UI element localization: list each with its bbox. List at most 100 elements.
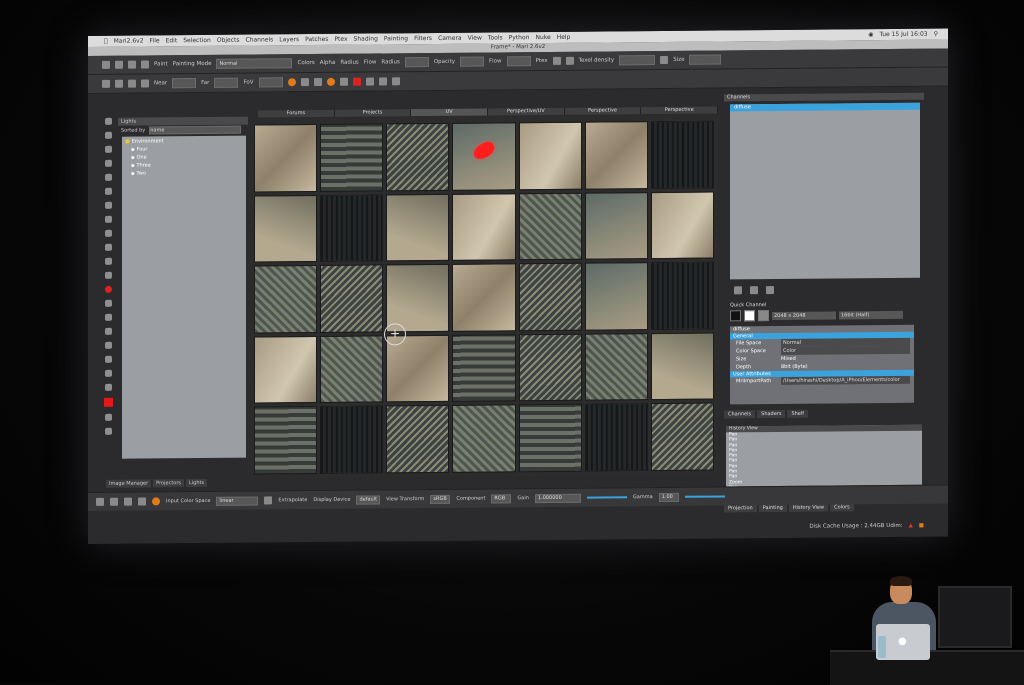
hand-tool-icon[interactable]: [104, 145, 112, 153]
menu-selection[interactable]: Selection: [183, 37, 211, 44]
transform-icon[interactable]: [378, 77, 387, 86]
fill-tool-icon[interactable]: [104, 215, 112, 223]
uv-tile[interactable]: [254, 194, 318, 263]
patch-icon[interactable]: [115, 79, 123, 88]
menu-filters[interactable]: Filters: [414, 35, 432, 42]
alpha-checkbox[interactable]: Alpha: [320, 60, 336, 66]
zoom-tool-icon[interactable]: [104, 159, 112, 167]
component-select[interactable]: RGB: [491, 493, 512, 503]
new-file-icon[interactable]: [102, 60, 110, 69]
uv-tile[interactable]: [320, 335, 384, 404]
warning-icon[interactable]: ▲: [909, 523, 913, 529]
clone-icon[interactable]: [104, 299, 112, 307]
uv-tile[interactable]: [518, 121, 582, 190]
pen-icon[interactable]: [104, 383, 112, 391]
near-field[interactable]: [172, 78, 197, 89]
flow-checkbox[interactable]: Flow: [364, 59, 377, 65]
notification-icon[interactable]: ■: [919, 523, 924, 529]
dodge-icon[interactable]: [104, 341, 112, 349]
settings-icon[interactable]: [104, 369, 112, 377]
menu-tools[interactable]: Tools: [488, 34, 503, 41]
grid-icon[interactable]: [339, 77, 348, 86]
lighting-icon[interactable]: [326, 77, 335, 86]
uv-tile[interactable]: [650, 261, 714, 330]
tab-shaders[interactable]: Shaders: [757, 409, 786, 419]
clock[interactable]: Tue 15 Jul 16:03: [879, 31, 927, 38]
background-color-swatch[interactable]: [104, 427, 112, 435]
ptex-icon[interactable]: [552, 56, 561, 65]
color-icon[interactable]: [152, 497, 160, 506]
texel-density-field[interactable]: [619, 55, 656, 66]
eraser-icon[interactable]: [104, 257, 112, 265]
gain-field[interactable]: 1.000000: [534, 493, 581, 503]
quick-channel-size[interactable]: 2048 x 2048: [772, 310, 836, 320]
texel-density-icon[interactable]: [565, 56, 574, 65]
uv-tile[interactable]: [320, 405, 384, 474]
slide-icon[interactable]: [104, 313, 112, 321]
white-swatch[interactable]: [744, 310, 755, 322]
menu-ptex[interactable]: Ptex: [334, 36, 347, 43]
uv-tile[interactable]: [650, 120, 714, 189]
input-color-space-select[interactable]: linear: [216, 496, 259, 506]
lasso-tool-icon[interactable]: [104, 131, 112, 139]
apple-icon[interactable]: : [104, 38, 108, 45]
select-tool-icon[interactable]: [104, 117, 112, 125]
tab-lights[interactable]: Lights: [186, 478, 208, 488]
rotate-icon[interactable]: [138, 497, 146, 506]
tab-perspective-2[interactable]: Perspective: [641, 106, 719, 115]
wifi-icon[interactable]: ◉: [868, 31, 873, 38]
foreground-color-swatch[interactable]: [103, 397, 113, 407]
uv-viewport[interactable]: [248, 114, 718, 479]
quick-channel-depth[interactable]: 16bit (Half): [839, 310, 903, 319]
tree-item-two[interactable]: Two: [125, 169, 243, 178]
render-icon[interactable]: [300, 78, 309, 87]
uv-tile[interactable]: [386, 193, 450, 262]
uv-tile[interactable]: [584, 191, 648, 260]
opacity-field[interactable]: [459, 56, 484, 67]
uv-tile[interactable]: [452, 122, 516, 191]
tab-uv[interactable]: UV: [411, 108, 489, 117]
picker-icon[interactable]: [104, 271, 112, 279]
sphere-icon[interactable]: [313, 77, 322, 87]
tab-forums[interactable]: Forums: [258, 109, 335, 118]
gamma-slider[interactable]: [684, 495, 725, 498]
uv-tile[interactable]: [386, 122, 450, 191]
uv-tile[interactable]: [584, 121, 648, 190]
gray-swatch[interactable]: [758, 310, 769, 322]
paint-brush-icon[interactable]: [104, 201, 112, 209]
tab-perspective-uv[interactable]: Perspective/UV: [488, 107, 565, 116]
uv-tile[interactable]: [320, 123, 384, 192]
size-field[interactable]: [689, 54, 722, 65]
uv-tile[interactable]: [452, 404, 516, 473]
grid-tool-icon[interactable]: [104, 243, 112, 251]
uv-tile[interactable]: [518, 404, 582, 473]
object-icon[interactable]: [102, 79, 110, 88]
uv-tile[interactable]: [254, 124, 318, 193]
tab-painting[interactable]: Painting: [758, 503, 787, 513]
delete-channel-icon[interactable]: [766, 286, 774, 295]
tab-perspective[interactable]: Perspective: [564, 107, 642, 115]
uv-tile[interactable]: [518, 262, 582, 332]
move-icon[interactable]: [365, 77, 374, 86]
face-icon[interactable]: [128, 79, 136, 88]
lock-icon[interactable]: [141, 79, 149, 88]
uv-tile[interactable]: [452, 334, 516, 403]
arrow-down-icon[interactable]: [124, 497, 132, 506]
tab-projects[interactable]: Projects: [334, 109, 412, 117]
uv-tile[interactable]: [386, 405, 450, 474]
uv-tile[interactable]: [320, 264, 384, 333]
app-menu[interactable]: Mari2.6v2: [114, 38, 144, 45]
display-device-select[interactable]: default: [356, 494, 381, 505]
uv-tile[interactable]: [584, 262, 648, 331]
menu-objects[interactable]: Objects: [217, 37, 240, 44]
size-icon[interactable]: [660, 55, 669, 65]
uv-tile[interactable]: [452, 263, 516, 332]
menu-python[interactable]: Python: [509, 34, 530, 41]
tab-shelf[interactable]: Shelf: [787, 409, 809, 418]
swap-colors-icon[interactable]: [104, 413, 112, 421]
snap-icon[interactable]: [391, 77, 400, 86]
smear-tool-icon[interactable]: [104, 229, 112, 237]
shader-icon[interactable]: [287, 78, 296, 87]
far-field[interactable]: [214, 77, 239, 88]
undo-icon[interactable]: [96, 497, 104, 506]
